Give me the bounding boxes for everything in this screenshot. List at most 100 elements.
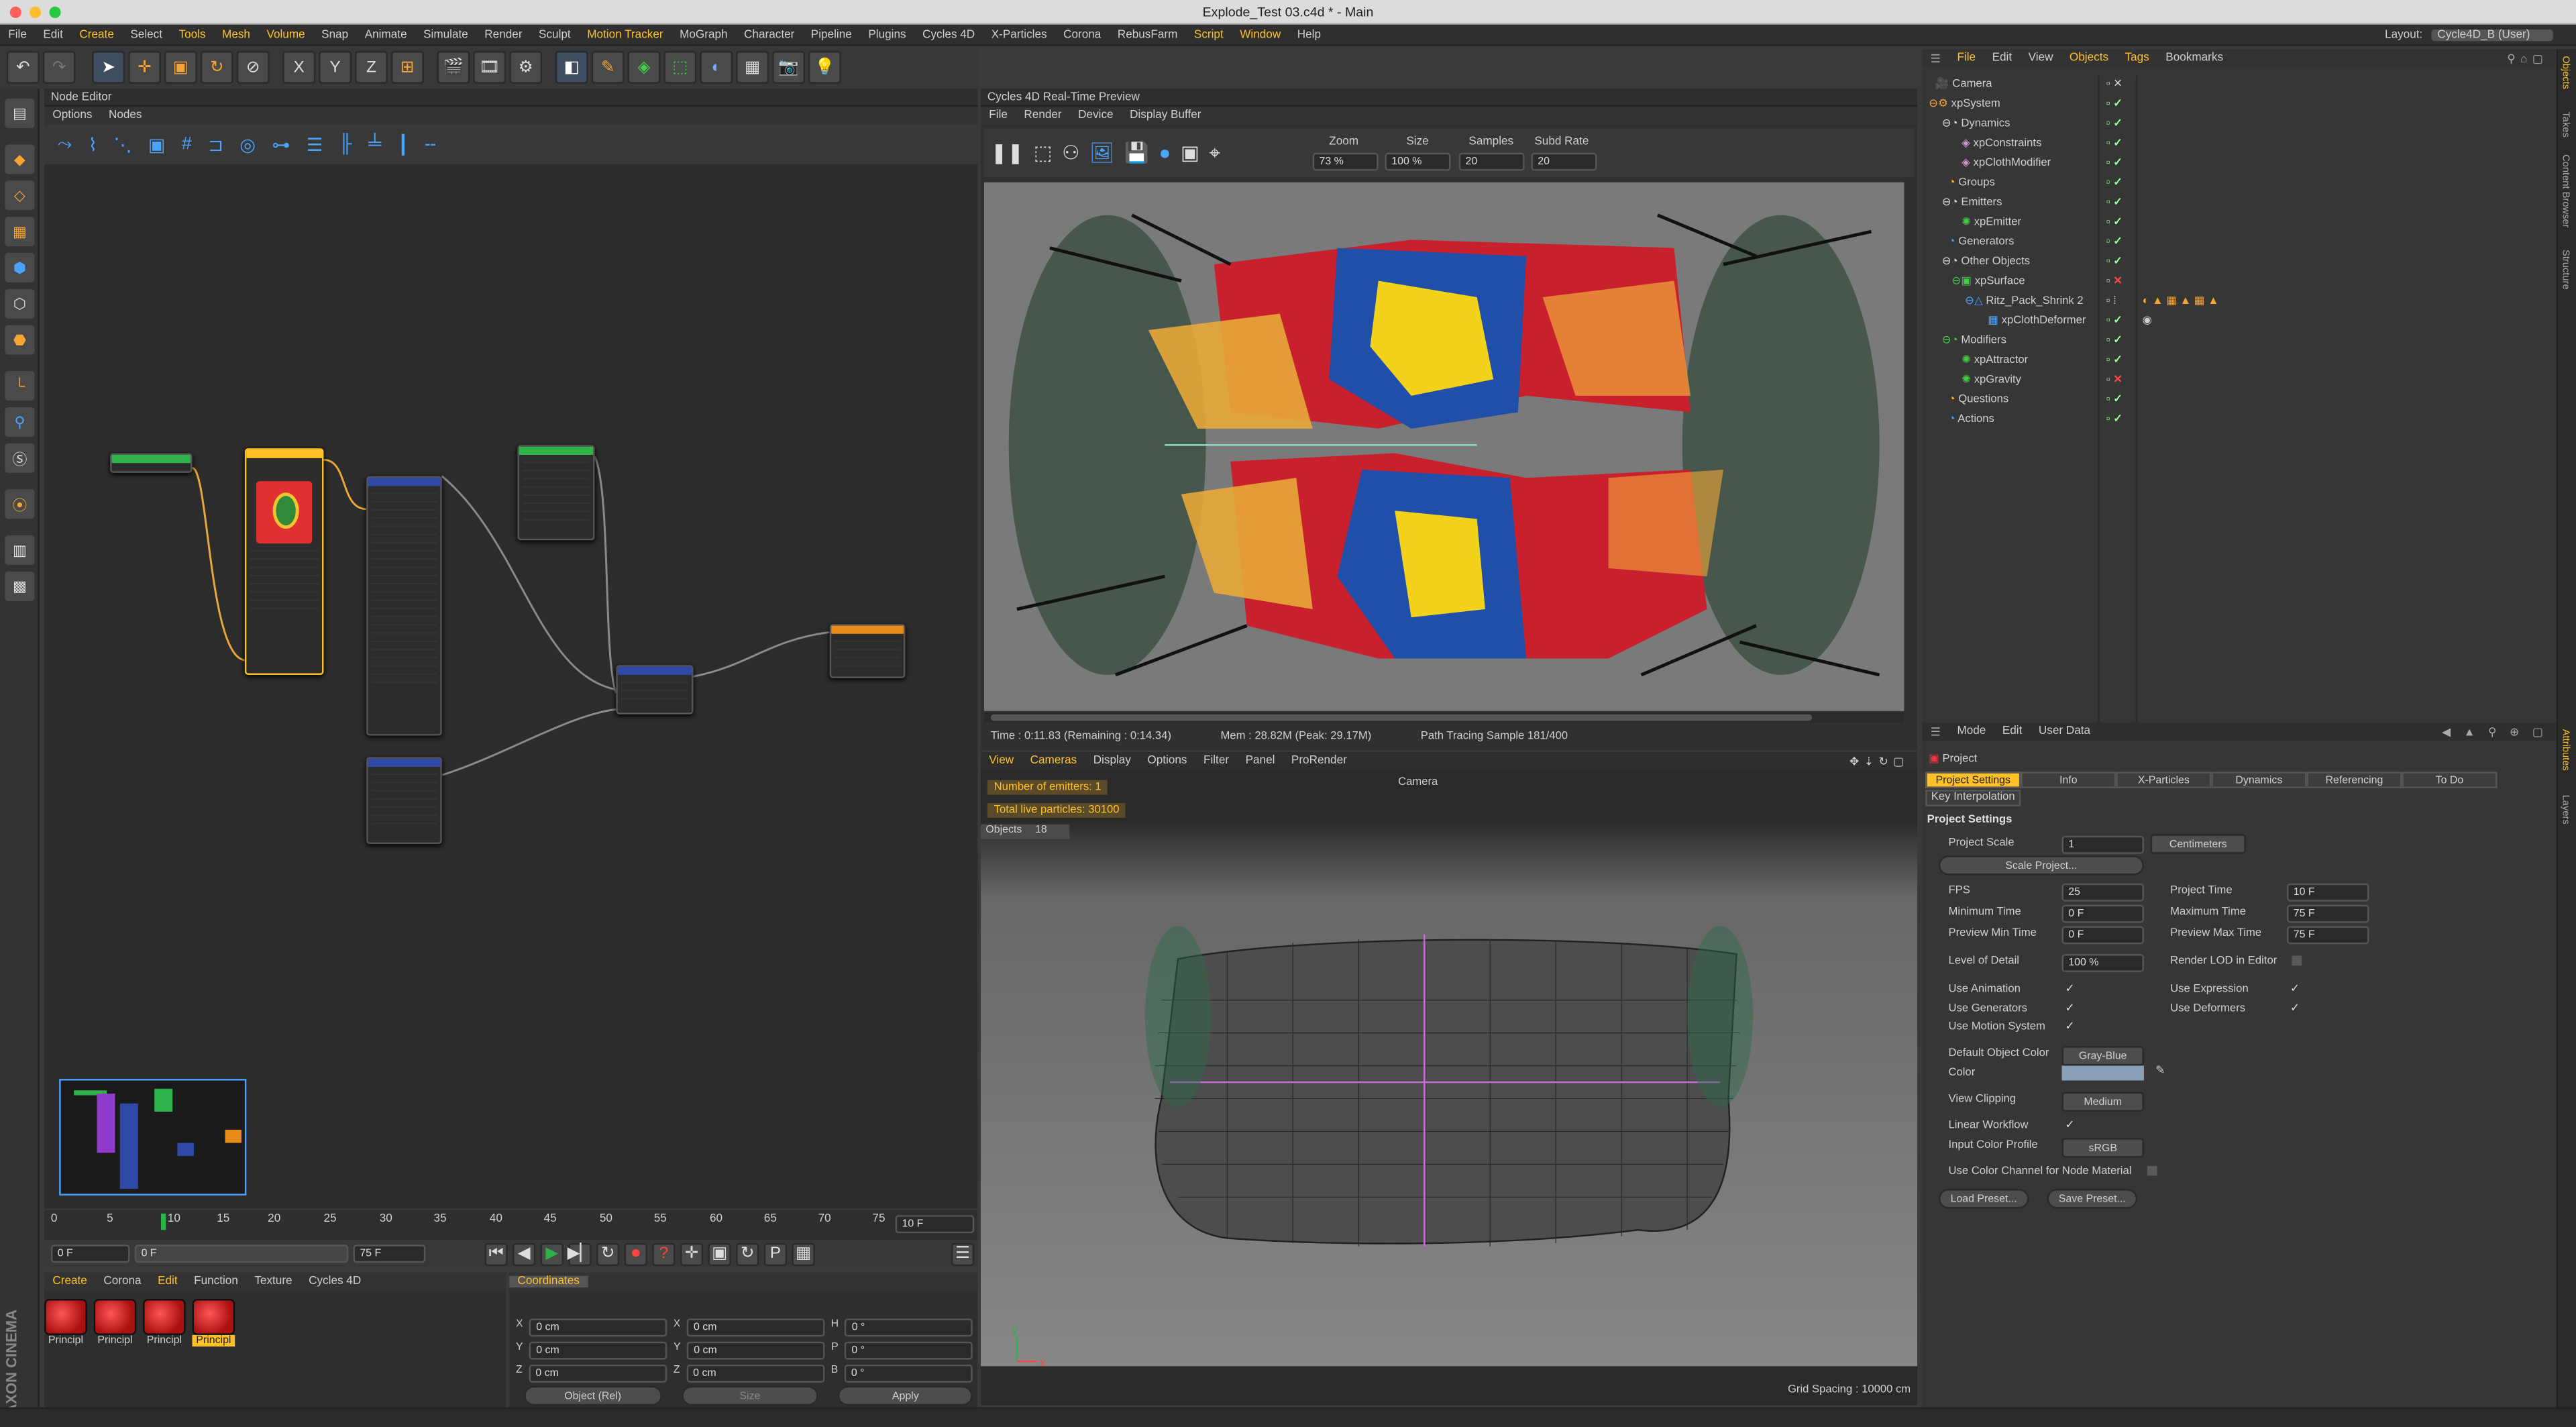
move-icon[interactable]: ✛ [128, 50, 162, 84]
object-row-xpemitter[interactable]: ✺ xpEmitter ▫ ✓ [1922, 213, 2556, 233]
viewport-menu-cameras[interactable]: Cameras [1022, 755, 1085, 767]
render-scrollbar[interactable] [983, 712, 1904, 723]
key-scale-icon[interactable]: ▣ [708, 1242, 731, 1265]
snap-icon[interactable]: Ⓢ [5, 443, 35, 473]
menu-render[interactable]: Render [476, 29, 531, 40]
deformer-icon[interactable]: ◐ [700, 50, 733, 84]
node-menu-nodes[interactable]: Nodes [101, 110, 150, 121]
object-row-dynamics[interactable]: ⊖◔ Dynamics ▫ ✓ [1922, 115, 2556, 134]
minimize-window-icon[interactable] [30, 6, 42, 18]
scale-icon[interactable]: ▣ [164, 50, 197, 84]
size-field[interactable]: 100 % [1385, 152, 1451, 171]
render-menu-device[interactable]: Device [1070, 110, 1122, 121]
tab-content-browser[interactable]: Content Browser [2560, 154, 2570, 227]
object-row-ritz-pack[interactable]: ⊖△ Ritz_Pack_Shrink 2 ▫ ⁞ ◐ ▲ ▦ ▲ ▦ ▲ [1922, 293, 2556, 312]
node-channel-checkbox[interactable] [2147, 1165, 2157, 1176]
connect-icon[interactable]: ⤳ [58, 134, 72, 155]
edges-mode-icon[interactable]: ⬡ [5, 288, 35, 319]
menu-volume[interactable]: Volume [258, 29, 313, 40]
model-mode-icon[interactable]: ◆ [5, 144, 35, 174]
curve-icon[interactable]: ⌇ [89, 134, 97, 155]
object-row-camera[interactable]: 🎥 Camera ▫ ✕ [1922, 76, 2556, 95]
focus-icon[interactable]: ⌖ [1209, 140, 1220, 165]
viewport-menu-display[interactable]: Display [1085, 755, 1139, 767]
align-vertical-icon[interactable]: ┃ [398, 134, 409, 155]
project-scale-field[interactable]: 1 [2061, 835, 2144, 854]
use-animation-checkbox[interactable]: ✓ [2065, 982, 2074, 995]
pause-icon[interactable]: ❚❚ [991, 141, 1024, 164]
rotate-icon[interactable]: ↻ [200, 50, 233, 84]
view-clipping-dropdown[interactable]: Medium [2061, 1092, 2144, 1112]
subdivision-icon[interactable]: ◈ [627, 50, 661, 84]
workplane-lock-icon[interactable]: ⦿ [5, 489, 35, 519]
om-search-icons[interactable]: ⚲⌂▢ [2499, 52, 2557, 65]
tab-structure[interactable]: Structure [2560, 250, 2570, 290]
frame-icon[interactable]: ▣ [148, 134, 165, 155]
hierarchy-icon[interactable]: ⊶ [272, 134, 290, 155]
samples-field[interactable]: 20 [1458, 152, 1525, 171]
node-menu-options[interactable]: Options [44, 110, 101, 121]
timeline-playhead[interactable] [161, 1213, 166, 1230]
node-mix-shader[interactable] [616, 665, 694, 715]
menu-mograph[interactable]: MoGraph [672, 29, 736, 40]
render-menu-file[interactable]: File [981, 110, 1016, 121]
layout-dropdown[interactable]: Cycle4D_B (User) [2430, 28, 2553, 40]
render-view-icon[interactable]: 🎬 [437, 50, 470, 84]
rot-h-field[interactable]: 0 ° [845, 1318, 973, 1337]
units-dropdown[interactable]: Centimeters [2150, 834, 2246, 854]
save-preset-button[interactable]: Save Preset... [2047, 1189, 2138, 1209]
object-row-xpclothmodifier[interactable]: ◈ xpClothModifier ▫ ✓ [1922, 154, 2556, 174]
input-profile-dropdown[interactable]: sRGB [2061, 1138, 2144, 1158]
menu-x-particles[interactable]: X-Particles [983, 29, 1055, 40]
tweak-mode-icon[interactable]: ⚲ [5, 407, 35, 437]
distribute-icon[interactable]: ╧ [368, 135, 381, 154]
light-icon[interactable]: 💡 [808, 50, 841, 84]
tab-referencing[interactable]: Referencing [2306, 772, 2402, 788]
menu-select[interactable]: Select [122, 29, 170, 40]
mat-menu-edit[interactable]: Edit [150, 1276, 186, 1287]
make-editable-icon[interactable]: ▤ [5, 98, 35, 128]
menu-simulate[interactable]: Simulate [415, 29, 476, 40]
timeline-menu-icon[interactable]: ☰ [951, 1242, 975, 1265]
menu-mesh[interactable]: Mesh [214, 29, 258, 40]
tab-attributes[interactable]: Attributes [2560, 729, 2570, 771]
loop-icon[interactable]: ↻ [596, 1242, 620, 1265]
tab-objects[interactable]: Objects [2560, 56, 2570, 89]
workplane-icon[interactable]: ▦ [5, 217, 35, 247]
render-menu-display-buffer[interactable]: Display Buffer [1122, 110, 1210, 121]
rot-b-field[interactable]: 0 ° [845, 1364, 973, 1383]
route-icon[interactable]: ⊐ [208, 134, 223, 155]
size-z-field[interactable]: 0 cm [686, 1364, 824, 1383]
use-expression-checkbox[interactable]: ✓ [2290, 982, 2300, 995]
film-icon[interactable]: ▣ [1181, 141, 1199, 164]
preview-max-field[interactable]: 75 F [2287, 926, 2369, 945]
tab-x-particles[interactable]: X-Particles [2116, 772, 2212, 788]
object-row-emitters[interactable]: ⊖◔ Emitters ▫ ✓ [1922, 194, 2556, 213]
render-settings-icon[interactable]: ⚙ [509, 50, 543, 84]
key-param-icon[interactable]: P [763, 1242, 788, 1265]
collapse-icon[interactable]: ╌ [425, 134, 435, 155]
om-menu-bookmarks[interactable]: Bookmarks [2157, 52, 2231, 64]
coord-mode-dropdown[interactable]: Object (Rel) [524, 1385, 662, 1406]
polygons-mode-icon[interactable]: ⬣ [5, 325, 35, 355]
array-icon[interactable]: ⬚ [663, 50, 697, 84]
viewport-menu-panel[interactable]: Panel [1237, 755, 1283, 767]
color-swatch[interactable] [2061, 1065, 2144, 1081]
node-principled-bsdf[interactable] [366, 476, 442, 736]
object-row-xpattractor[interactable]: ✺ xpAttractor ▫ ✓ [1922, 352, 2556, 371]
object-row-xpclothdeformer[interactable]: ▦ xpClothDeformer ▫ ✓ ◉ [1922, 312, 2556, 331]
tab-layers[interactable]: Layers [2560, 795, 2570, 825]
menu-edit[interactable]: Edit [35, 29, 71, 40]
axis-mode-icon[interactable]: └ [5, 371, 35, 401]
object-row-xpsurface[interactable]: ⊖▣ xpSurface ▫ ✕ [1922, 272, 2556, 292]
menu-file[interactable]: File [0, 29, 35, 40]
wire-icon[interactable]: ⋱ [113, 134, 131, 155]
attr-menu-edit[interactable]: Edit [1994, 726, 2031, 737]
key-rotation-icon[interactable]: ↻ [736, 1242, 759, 1265]
current-frame-field[interactable]: 10 F [895, 1215, 975, 1234]
viewport-menu-view[interactable]: View [981, 755, 1022, 767]
prev-key-icon[interactable]: ◀ [513, 1242, 536, 1265]
camera-icon[interactable]: 📷 [772, 50, 806, 84]
maximize-window-icon[interactable] [49, 6, 61, 18]
render-preview-image[interactable] [983, 182, 1904, 711]
